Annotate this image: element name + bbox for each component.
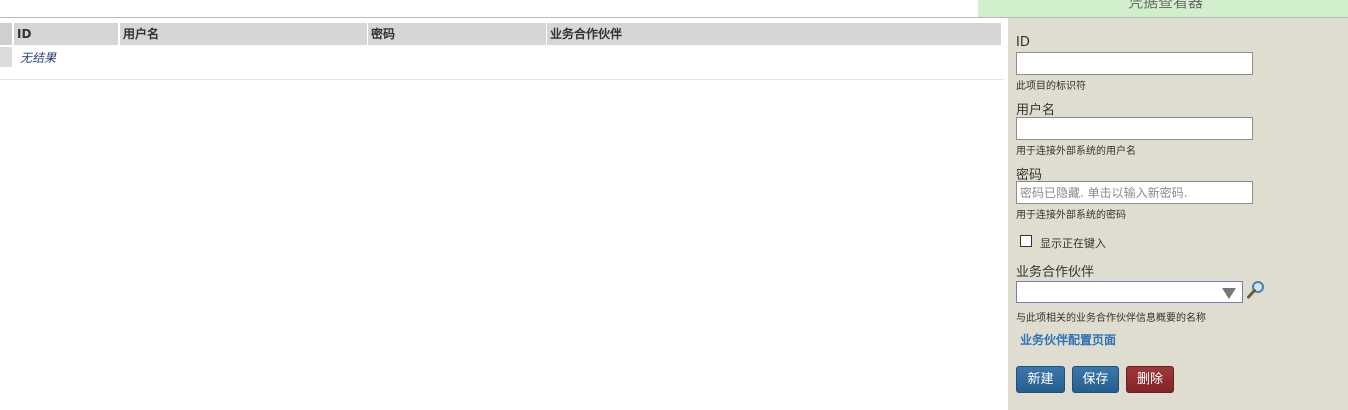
partner-config-link[interactable]: 业务伙伴配置页面 xyxy=(1020,331,1116,348)
row-selector xyxy=(0,47,12,67)
username-hint: 用于连接外部系统的用户名 xyxy=(1016,146,1136,157)
id-label: ID xyxy=(1016,35,1030,50)
results-table: ID 用户名 密码 业务合作伙伴 无结果 xyxy=(0,23,1004,80)
password-hint: 用于连接外部系统的密码 xyxy=(1016,210,1126,221)
panel-title-bar: 凭据查看器 xyxy=(978,0,1348,17)
detail-form-panel: ID 此项目的标识符 用户名 用于连接外部系统的用户名 密码 用于连接外部系统的… xyxy=(1008,18,1348,410)
save-button[interactable]: 保存 xyxy=(1072,366,1119,393)
partner-label: 业务合作伙伴 xyxy=(1016,265,1095,280)
row-selector-header xyxy=(0,23,12,45)
table-empty-row: 无结果 xyxy=(0,47,1004,69)
show-typing-label[interactable]: 显示正在键入 xyxy=(1040,235,1106,251)
dropdown-arrow-icon[interactable] xyxy=(1222,288,1236,299)
show-typing-checkbox[interactable] xyxy=(1020,235,1032,247)
username-label: 用户名 xyxy=(1016,103,1056,118)
partner-hint: 与此项相关的业务合作伙伴信息概要的名称 xyxy=(1016,313,1206,324)
search-icon[interactable] xyxy=(1246,280,1266,300)
no-results-text: 无结果 xyxy=(20,51,57,65)
password-field[interactable] xyxy=(1016,181,1253,204)
username-field[interactable] xyxy=(1016,117,1253,140)
top-bar: 凭据查看器 xyxy=(0,0,1348,18)
new-button[interactable]: 新建 xyxy=(1016,366,1065,393)
panel-title: 凭据查看器 xyxy=(1128,0,1204,11)
column-header-username[interactable]: 用户名 xyxy=(120,23,367,45)
column-header-partner[interactable]: 业务合作伙伴 xyxy=(547,23,1001,45)
column-header-id[interactable]: ID xyxy=(14,23,118,45)
id-field[interactable] xyxy=(1016,52,1253,75)
partner-select[interactable] xyxy=(1016,281,1243,303)
delete-button[interactable]: 删除 xyxy=(1126,366,1174,393)
id-hint: 此项目的标识符 xyxy=(1016,81,1086,92)
column-header-password[interactable]: 密码 xyxy=(368,23,546,45)
